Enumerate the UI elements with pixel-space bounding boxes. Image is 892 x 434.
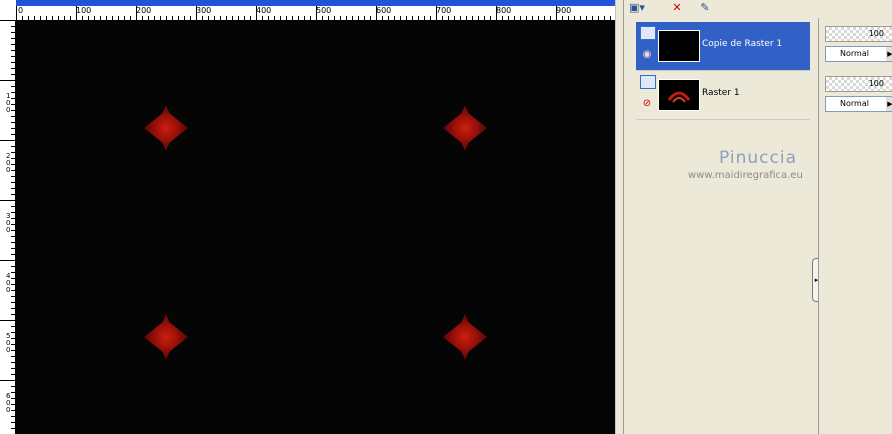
thumbnail-art (667, 91, 691, 103)
watermark-name: Pinuccia (719, 148, 797, 168)
ruler-label: 100 (76, 6, 92, 15)
delete-layer-icon[interactable]: ✕ (666, 0, 688, 16)
opacity-slider[interactable]: 100 (825, 26, 892, 42)
ruler-corner (0, 0, 17, 21)
red-diamond-shape (144, 314, 188, 360)
red-diamond-shape (443, 314, 487, 360)
eye-icon[interactable]: ◉ (640, 50, 654, 60)
layer-list: ◉ Copie de Raster 1 ⊘ Raster 1 (636, 22, 812, 434)
layer-name: Raster 1 (702, 88, 740, 98)
layer-row-raster-1[interactable]: ⊘ Raster 1 (636, 71, 810, 120)
ruler-label: 1 0 0 (6, 92, 11, 114)
layer-row-copie-de-raster-1[interactable]: ◉ Copie de Raster 1 (636, 22, 810, 71)
eye-hidden-icon[interactable]: ⊘ (640, 99, 654, 109)
new-layer-icon[interactable]: ▣▾ (626, 0, 648, 16)
blend-mode-value: Normal (840, 49, 869, 58)
edit-icon[interactable]: ✎ (694, 0, 716, 16)
raster-layer-icon (640, 26, 656, 40)
layer-thumbnail (658, 30, 700, 62)
ruler-label: 3 0 0 (6, 212, 11, 234)
ruler-label: 600 (376, 6, 392, 15)
ruler-label: 500 (316, 6, 332, 15)
ruler-label: 200 (136, 6, 152, 15)
opacity-value: 100 (868, 29, 884, 38)
vertical-ruler: 1 0 0 2 0 0 3 0 0 4 0 0 5 0 0 6 0 0 (0, 20, 16, 434)
red-diamond-shape (144, 105, 188, 151)
dropdown-arrow-icon: ▶ (886, 97, 892, 111)
blend-mode-value: Normal (840, 99, 869, 108)
ruler-label: 900 (556, 6, 572, 15)
blend-mode-select[interactable]: Normal ▶ (825, 96, 892, 112)
ruler-label: 4 0 0 (6, 272, 11, 294)
ruler-label: 300 (196, 6, 212, 15)
ruler-label: 800 (496, 6, 512, 15)
layer-properties-strip: 100 Normal ▶ 100 Normal ▶ (818, 18, 892, 434)
image-canvas[interactable] (16, 21, 615, 434)
watermark-url: www.maidiregrafica.eu (688, 170, 803, 181)
blend-mode-select[interactable]: Normal ▶ (825, 46, 892, 62)
ruler-label: 700 (436, 6, 452, 15)
ruler-label: 6 0 0 (6, 392, 11, 414)
layers-palette: ▣▾ ✕ ✎ ◉ Copie de Raster 1 ⊘ Raster 1 Pi… (623, 0, 821, 434)
layer-name: Copie de Raster 1 (702, 39, 783, 49)
layers-toolbar: ▣▾ ✕ ✎ (624, 0, 812, 18)
red-diamond-shape (443, 105, 487, 151)
ruler-label: 0 (18, 6, 24, 15)
ruler-label: 400 (256, 6, 272, 15)
ruler-label: 5 0 0 (6, 332, 11, 354)
opacity-slider[interactable]: 100 (825, 76, 892, 92)
horizontal-ruler: 0 100 200 300 400 500 600 700 800 900 (16, 0, 615, 21)
raster-layer-icon (640, 75, 656, 89)
ruler-label: 2 0 0 (6, 152, 11, 174)
dropdown-arrow-icon: ▶ (886, 47, 892, 61)
layer-thumbnail (658, 79, 700, 111)
opacity-value: 100 (868, 79, 884, 88)
